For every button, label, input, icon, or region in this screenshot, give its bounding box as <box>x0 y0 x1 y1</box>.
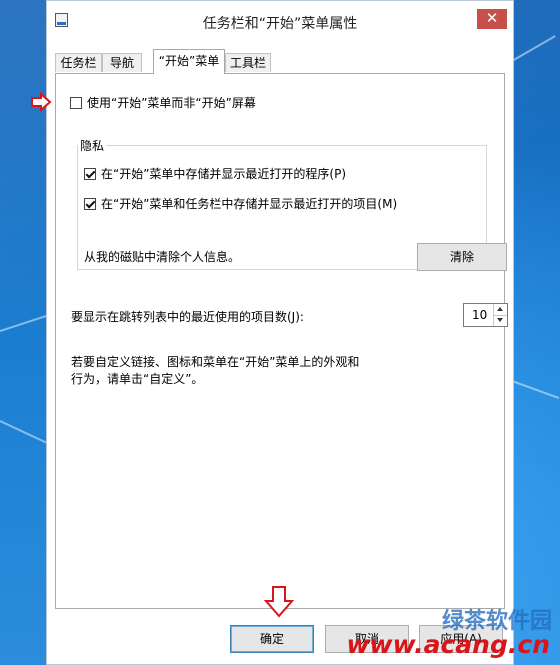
title-bar[interactable]: 任务栏和“开始”菜单属性 ✕ <box>47 1 513 41</box>
stepper-down-button[interactable] <box>494 315 507 326</box>
clear-info-label: 从我的磁贴中清除个人信息。 <box>84 250 241 264</box>
wallpaper-light-beam <box>511 35 556 62</box>
use-start-menu-checkbox[interactable] <box>70 96 82 109</box>
ok-button[interactable]: 确定 <box>230 625 314 653</box>
customize-description-line: 行为，请单击“自定义”。 <box>71 372 204 386</box>
tab-start-menu[interactable]: “开始”菜单 <box>153 49 225 74</box>
customize-description: 若要自定义链接、图标和菜单在“开始”菜单上的外观和 行为，请单击“自定义”。 <box>71 354 371 388</box>
store-items-option[interactable]: 在“开始”菜单和任务栏中存储并显示最近打开的项目(M) <box>84 195 397 212</box>
store-items-label: 在“开始”菜单和任务栏中存储并显示最近打开的项目(M) <box>101 197 398 211</box>
jumplist-count-stepper[interactable]: 10 <box>463 303 508 327</box>
privacy-group-label: 隐私 <box>78 137 107 154</box>
chevron-up-icon <box>497 307 503 311</box>
clear-info-text: 从我的磁贴中清除个人信息。 <box>84 248 240 265</box>
start-menu-tab-panel: 使用“开始”菜单而非“开始”屏幕 隐私 在“开始”菜单中存储并显示最近打开的程序… <box>31 73 508 609</box>
store-programs-label: 在“开始”菜单中存储并显示最近打开的程序(P) <box>101 167 347 181</box>
stepper-buttons <box>493 304 507 326</box>
jumplist-count-row: 要显示在跳转列表中的最近使用的项目数(J): <box>71 308 304 325</box>
store-items-checkbox[interactable] <box>84 197 96 210</box>
properties-dialog: 任务栏和“开始”菜单属性 ✕ 任务栏 导航 “开始”菜单 工具栏 使用“开始”菜… <box>31 0 514 665</box>
arrow-right-icon <box>31 92 52 112</box>
tab-toolbars[interactable]: 工具栏 <box>225 53 271 72</box>
store-programs-checkbox[interactable] <box>84 167 96 180</box>
use-start-menu-label: 使用“开始”菜单而非“开始”屏幕 <box>87 96 256 110</box>
wallpaper-light-beam <box>511 380 560 400</box>
use-start-menu-option[interactable]: 使用“开始”菜单而非“开始”屏幕 <box>70 94 256 111</box>
arrow-down-icon <box>264 586 294 618</box>
jumplist-count-value[interactable]: 10 <box>472 308 487 322</box>
tab-taskbar[interactable]: 任务栏 <box>55 53 102 72</box>
clear-button[interactable]: 清除 <box>417 243 507 271</box>
site-watermark: www.acang.cn <box>346 630 550 659</box>
store-programs-option[interactable]: 在“开始”菜单中存储并显示最近打开的程序(P) <box>84 165 346 182</box>
tab-navigation[interactable]: 导航 <box>102 53 142 72</box>
jumplist-count-label: 要显示在跳转列表中的最近使用的项目数(J): <box>71 310 304 324</box>
customize-description-line: 若要自定义链接、图标和菜单在“开始”菜单上的外观和 <box>71 355 360 369</box>
chevron-down-icon <box>497 318 503 322</box>
close-button[interactable]: ✕ <box>477 9 507 29</box>
window-title: 任务栏和“开始”菜单属性 <box>202 16 358 32</box>
